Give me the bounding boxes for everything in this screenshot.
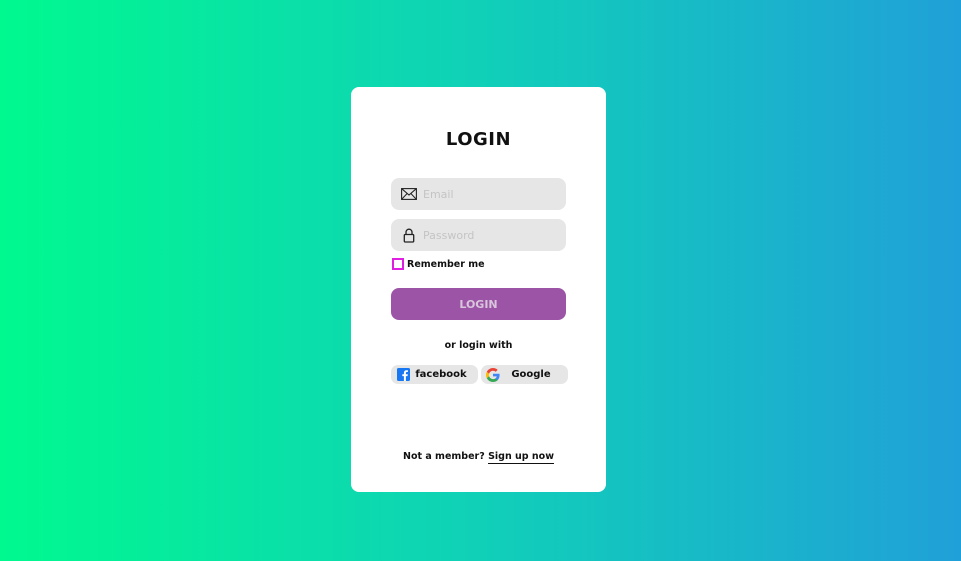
envelope-icon	[401, 186, 417, 202]
lock-icon	[401, 227, 417, 243]
page-title: LOGIN	[445, 129, 512, 150]
email-field[interactable]	[391, 178, 566, 210]
not-member-text: Not a member?	[403, 451, 485, 462]
google-login-button[interactable]: Google	[481, 365, 568, 384]
google-icon	[486, 367, 500, 382]
remember-me[interactable]: Remember me	[392, 258, 485, 270]
password-field[interactable]	[391, 219, 566, 251]
email-input[interactable]	[423, 187, 553, 201]
google-label: Google	[511, 369, 551, 380]
or-login-with-text: or login with	[444, 340, 513, 351]
signup-footer: Not a member? Sign up now	[351, 451, 606, 464]
signup-link[interactable]: Sign up now	[488, 451, 554, 464]
password-input[interactable]	[423, 228, 553, 242]
login-button[interactable]: LOGIN	[391, 288, 566, 320]
facebook-login-button[interactable]: facebook	[391, 365, 478, 384]
facebook-icon	[396, 368, 410, 382]
facebook-label: facebook	[415, 369, 467, 380]
remember-checkbox[interactable]	[392, 258, 404, 270]
login-card: LOGIN Remember me LOGIN or login with	[351, 87, 606, 492]
remember-label: Remember me	[407, 258, 485, 270]
